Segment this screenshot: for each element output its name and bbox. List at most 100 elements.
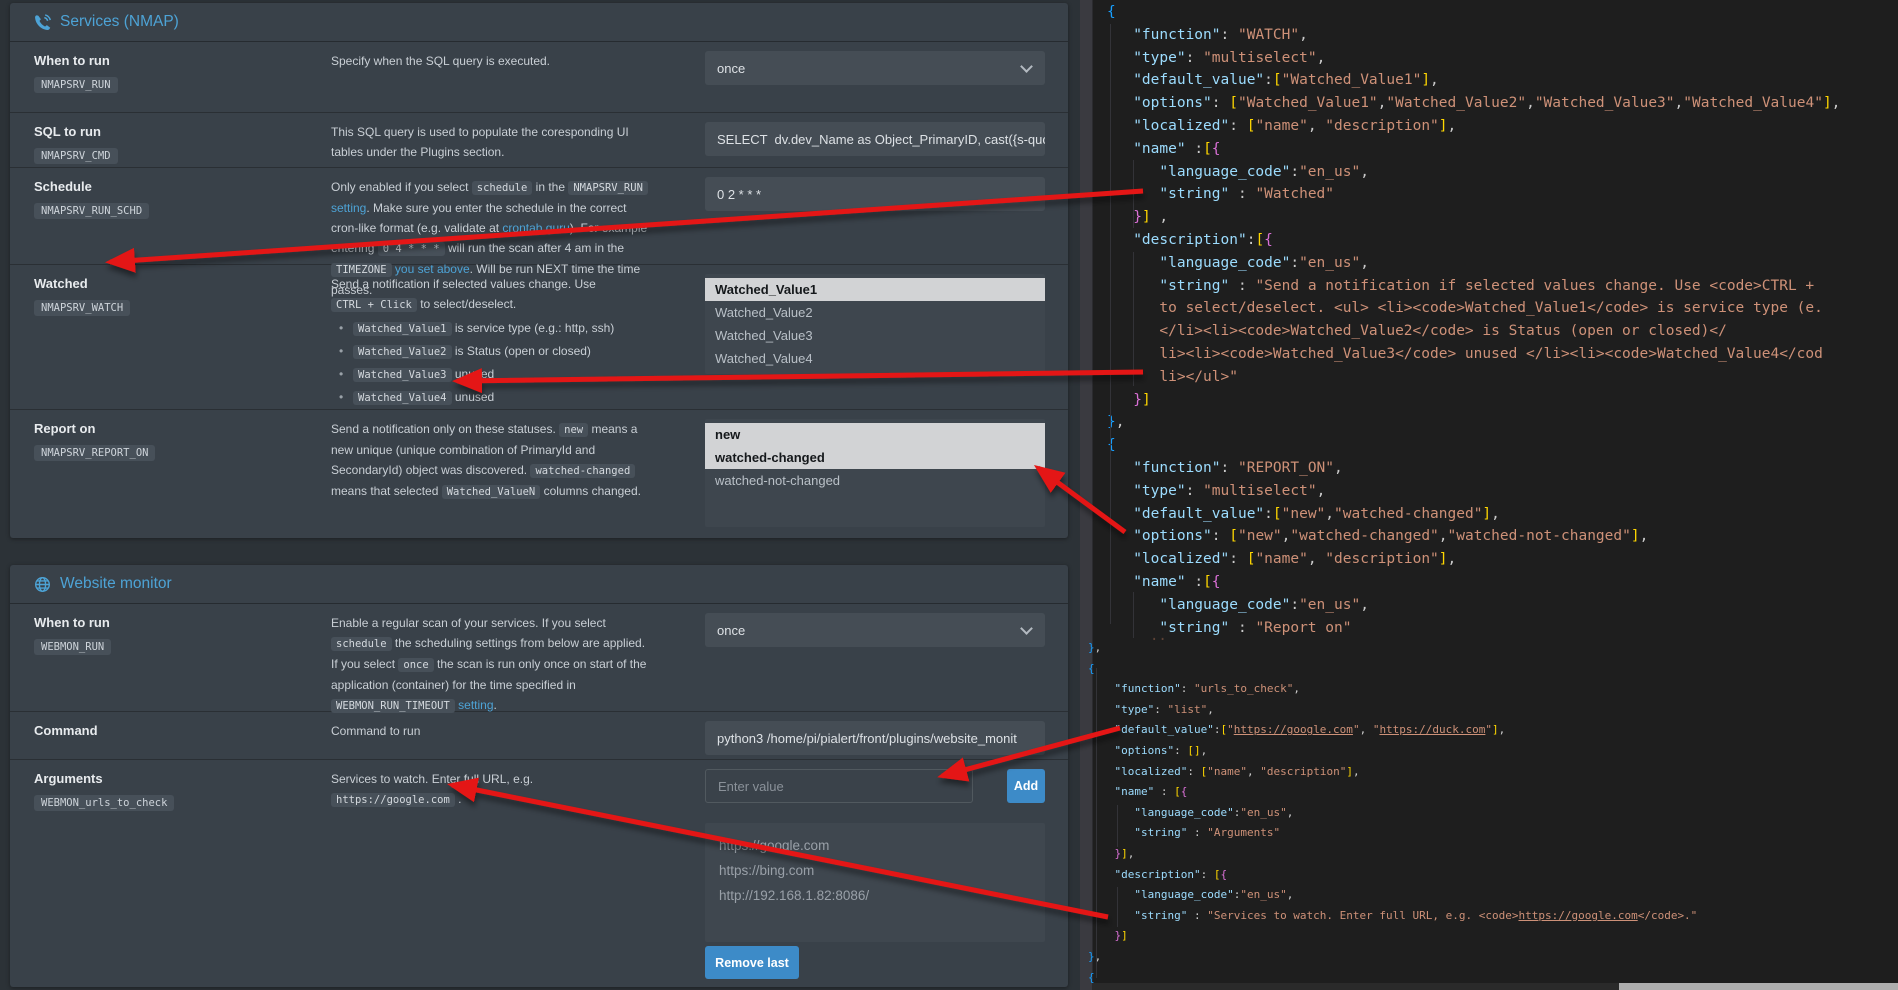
desc-text: Services to watch. Enter full URL, e.g. — [331, 772, 533, 786]
watched-values-list: Watched_Value1 is service type (e.g.: ht… — [331, 321, 654, 406]
inline-code-chip: schedule — [331, 637, 392, 651]
setting-row: CommandCommand to run python3 /home/pi/pi… — [10, 711, 1068, 759]
desc-text: Send a notification only on these status… — [331, 422, 559, 436]
setting-control-column: Enter value Add https://google.comhttps://… — [705, 769, 1045, 987]
multiselect-option[interactable]: Watched_Value1 — [705, 278, 1045, 301]
url-list-item: https://google.com — [719, 833, 1031, 858]
desc-text: columns changed. — [540, 484, 641, 498]
add-button[interactable]: Add — [1007, 769, 1045, 803]
indent-guide — [1096, 668, 1097, 978]
input-value: 0 2 * * * — [717, 187, 761, 202]
multiselect-option[interactable]: watched-not-changed — [705, 469, 1045, 492]
desc-text: . — [455, 792, 462, 806]
multiselect-option[interactable]: new — [705, 423, 1045, 446]
desc-text: This SQL query is used to populate the c… — [331, 125, 629, 159]
setting-description: Command to run — [331, 721, 666, 759]
inline-link[interactable]: setting — [458, 698, 493, 712]
inline-code-chip: Watched_ValueN — [442, 485, 541, 499]
multiselect-option[interactable]: Watched_Value4 — [705, 347, 1045, 370]
scrollbar-thumb[interactable] — [1619, 983, 1898, 990]
text-input[interactable]: 0 2 * * * — [705, 177, 1045, 211]
url-list-item: http://192.168.1.82:8086/ — [719, 883, 1031, 908]
run-mode-select[interactable]: once — [705, 613, 1045, 647]
setting-row: ScheduleNMAPSRV_RUN_SCHDOnly enabled if … — [10, 167, 1068, 264]
url-list-box[interactable]: https://google.comhttps://bing.comhttp:/… — [705, 823, 1045, 942]
indent-guide — [1133, 252, 1134, 386]
enter-value-input[interactable]: Enter value — [705, 769, 973, 803]
list-item: Watched_Value1 is service type (e.g.: ht… — [353, 321, 654, 337]
setting-label: Schedule — [34, 177, 331, 194]
phone-icon — [34, 13, 52, 31]
inline-code-chip: WEBMON_RUN_TIMEOUT — [331, 699, 455, 713]
setting-name-column: Command — [34, 721, 331, 759]
setting-label: Command — [34, 721, 331, 738]
desc-text: Send a notification if selected values c… — [331, 277, 596, 291]
setting-control-column: newwatched-changedwatched-not-changed — [705, 419, 1045, 538]
inline-code-chip: watched-changed — [530, 464, 635, 478]
desc-text: Command to run — [331, 724, 420, 738]
section-header: Services (NMAP) — [10, 3, 1068, 42]
list-add-row: Enter value Add — [705, 769, 1045, 803]
desc-text: to select/deselect. — [417, 297, 516, 311]
setting-name-column: WatchedNMAPSRV_WATCH — [34, 274, 331, 409]
select-value: once — [717, 61, 745, 76]
setting-name-column: SQL to runNMAPSRV_CMD — [34, 122, 331, 167]
setting-description: Send a notification only on these status… — [331, 419, 666, 538]
multiselect-option[interactable]: Watched_Value3 — [705, 324, 1045, 347]
desc-text: is service type (e.g.: http, ssh) — [452, 321, 615, 335]
setting-label: SQL to run — [34, 122, 331, 139]
json-snippet-nmap[interactable]: { "function": "WATCH", "type": "multisel… — [1107, 1, 1840, 639]
setting-control-column: Watched_Value1Watched_Value2Watched_Valu… — [705, 274, 1045, 409]
setting-name-column: Schedule NMAPSRV_RUN_SCHD — [34, 177, 331, 264]
list-item: Watched_Value3 unused — [353, 367, 654, 383]
setting-control-column: once — [705, 613, 1045, 711]
setting-row: Report onNMAPSRV_REPORT_ONSend a notific… — [10, 409, 1068, 538]
inline-code-chip: once — [398, 658, 433, 672]
chevron-down-icon — [1020, 60, 1033, 73]
setting-code-badge: NMAPSRV_RUN_SCHD — [34, 203, 149, 219]
setting-description: Services to watch. Enter full URL, e.g. … — [331, 769, 666, 987]
inline-link[interactable]: setting — [331, 201, 366, 215]
indent-guide — [1133, 160, 1134, 228]
inline-code-chip: 0 4 * * * — [378, 242, 445, 256]
indent-guide — [1117, 887, 1118, 927]
select-value: once — [717, 623, 745, 638]
multiselect-box[interactable]: Watched_Value1Watched_Value2Watched_Valu… — [705, 274, 1045, 374]
run-mode-select[interactable]: once — [705, 51, 1045, 85]
desc-text: . — [494, 698, 497, 712]
inline-code-chip: Watched_Value3 — [353, 368, 452, 382]
json-config-editor[interactable]: { "function": "WATCH", "type": "multisel… — [1080, 0, 1898, 990]
input-value: SELECT dv.dev_Name as Object_PrimaryID, … — [717, 132, 1045, 147]
inline-code-chip: CTRL + Click — [331, 298, 417, 312]
inline-code-chip: new — [559, 423, 588, 437]
desc-text: will run the scan after 4 am in the — [445, 241, 624, 255]
section-title: Website monitor — [60, 575, 172, 593]
multiselect-option[interactable]: Watched_Value2 — [705, 301, 1045, 324]
setting-control-column: once — [705, 51, 1045, 112]
inline-link[interactable]: crontab.guru — [502, 221, 569, 235]
indent-guide — [1133, 592, 1134, 638]
desc-text: is Status (open or closed) — [452, 344, 591, 358]
setting-row: When to runNMAPSRV_RUNSpecify when the S… — [10, 42, 1068, 112]
setting-name-column: Report onNMAPSRV_REPORT_ON — [34, 419, 331, 538]
setting-label: Watched — [34, 274, 331, 291]
inline-code-chip: Watched_Value4 — [353, 391, 452, 405]
setting-description: This SQL query is used to populate the c… — [331, 122, 666, 167]
setting-row: SQL to runNMAPSRV_CMDThis SQL query is u… — [10, 112, 1068, 167]
multiselect-box[interactable]: newwatched-changedwatched-not-changed — [705, 419, 1045, 527]
setting-control-column: SELECT dv.dev_Name as Object_PrimaryID, … — [705, 122, 1045, 167]
editor-horizontal-scrollbar[interactable] — [1092, 983, 1898, 990]
setting-code-badge: NMAPSRV_RUN — [34, 77, 118, 93]
json-snippet-webmon[interactable]: },{ "function": "urls_to_check", "type":… — [1088, 638, 1697, 988]
inline-code-chip: NMAPSRV_RUN — [568, 181, 648, 195]
text-input[interactable]: python3 /home/pi/pialert/front/plugins/w… — [705, 721, 1045, 755]
setting-name-column: ArgumentsWEBMON_urls_to_check — [34, 769, 331, 987]
setting-label: Arguments — [34, 769, 331, 786]
desc-text: means that selected — [331, 484, 442, 498]
remove-last-button[interactable]: Remove last — [705, 946, 799, 979]
multiselect-option[interactable]: watched-changed — [705, 446, 1045, 469]
desc-text: unused — [452, 390, 495, 404]
text-input[interactable]: SELECT dv.dev_Name as Object_PrimaryID, … — [705, 122, 1045, 156]
setting-description: Specify when the SQL query is executed. — [331, 51, 666, 112]
input-placeholder: Enter value — [718, 779, 784, 794]
